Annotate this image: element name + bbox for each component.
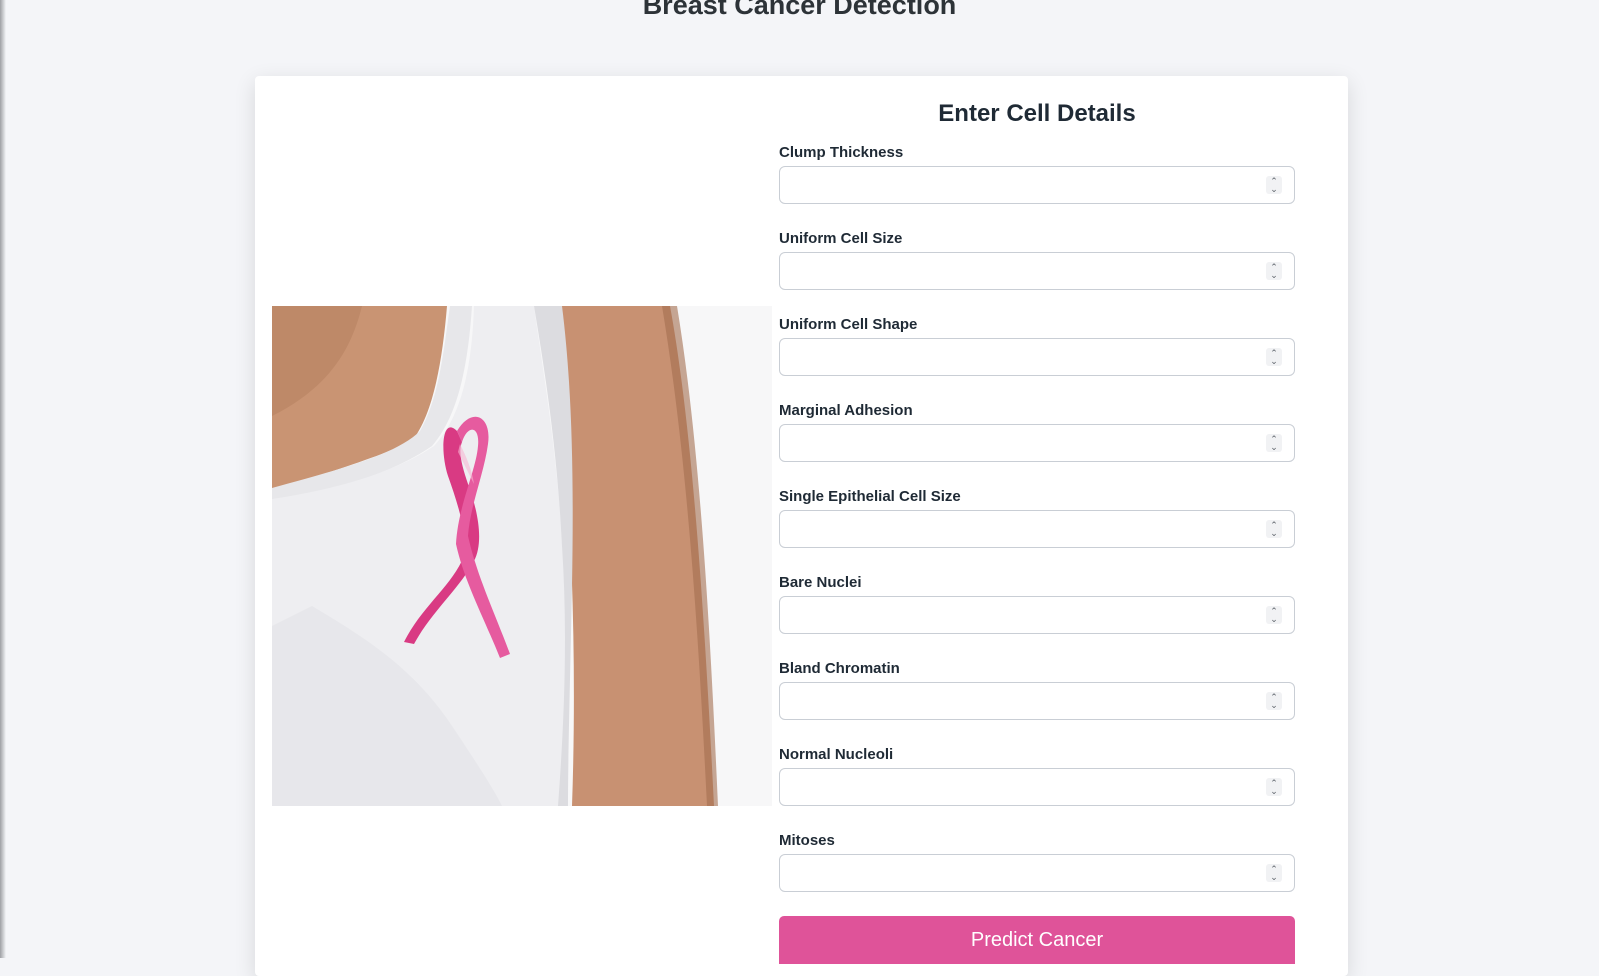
- field-label: Marginal Adhesion: [779, 402, 913, 419]
- field-uniform-cell-size: Uniform Cell Size ⌃ ⌄: [779, 226, 1295, 312]
- field-mitoses: Mitoses ⌃ ⌄: [779, 828, 1295, 914]
- uniform-cell-shape-input[interactable]: ⌃ ⌄: [779, 338, 1295, 376]
- number-spinner-icon[interactable]: ⌃ ⌄: [1266, 434, 1282, 452]
- marginal-adhesion-input[interactable]: ⌃ ⌄: [779, 424, 1295, 462]
- mitoses-input[interactable]: ⌃ ⌄: [779, 854, 1295, 892]
- awareness-ribbon-photo: [272, 306, 772, 806]
- number-spinner-icon[interactable]: ⌃ ⌄: [1266, 348, 1282, 366]
- field-bland-chromatin: Bland Chromatin ⌃ ⌄: [779, 656, 1295, 742]
- field-clump-thickness: Clump Thickness ⌃ ⌄: [779, 140, 1295, 226]
- number-spinner-icon[interactable]: ⌃ ⌄: [1266, 262, 1282, 280]
- window-edge-shadow: [0, 0, 6, 958]
- field-label: Bare Nuclei: [779, 574, 862, 591]
- main-card: Enter Cell Details Clump Thickness ⌃ ⌄ Un…: [255, 76, 1348, 976]
- field-label: Uniform Cell Size: [779, 230, 903, 247]
- uniform-cell-size-input[interactable]: ⌃ ⌄: [779, 252, 1295, 290]
- bland-chromatin-input[interactable]: ⌃ ⌄: [779, 682, 1295, 720]
- field-bare-nuclei: Bare Nuclei ⌃ ⌄: [779, 570, 1295, 656]
- number-spinner-icon[interactable]: ⌃ ⌄: [1266, 778, 1282, 796]
- number-spinner-icon[interactable]: ⌃ ⌄: [1266, 606, 1282, 624]
- single-epithelial-cell-size-input[interactable]: ⌃ ⌄: [779, 510, 1295, 548]
- cell-details-form: Enter Cell Details Clump Thickness ⌃ ⌄ Un…: [779, 76, 1295, 964]
- field-label: Clump Thickness: [779, 144, 904, 161]
- field-label: Bland Chromatin: [779, 660, 900, 677]
- field-label: Normal Nucleoli: [779, 746, 894, 763]
- awareness-ribbon-image: [272, 306, 772, 806]
- bare-nuclei-input[interactable]: ⌃ ⌄: [779, 596, 1295, 634]
- field-label: Mitoses: [779, 832, 835, 849]
- number-spinner-icon[interactable]: ⌃ ⌄: [1266, 864, 1282, 882]
- field-single-epithelial-cell-size: Single Epithelial Cell Size ⌃ ⌄: [779, 484, 1295, 570]
- field-label: Single Epithelial Cell Size: [779, 488, 961, 505]
- number-spinner-icon[interactable]: ⌃ ⌄: [1266, 520, 1282, 538]
- clump-thickness-input[interactable]: ⌃ ⌄: [779, 166, 1295, 204]
- number-spinner-icon[interactable]: ⌃ ⌄: [1266, 176, 1282, 194]
- number-spinner-icon[interactable]: ⌃ ⌄: [1266, 692, 1282, 710]
- field-uniform-cell-shape: Uniform Cell Shape ⌃ ⌄: [779, 312, 1295, 398]
- page-title: Breast Cancer Detection: [642, 0, 957, 20]
- field-marginal-adhesion: Marginal Adhesion ⌃ ⌄: [779, 398, 1295, 484]
- normal-nucleoli-input[interactable]: ⌃ ⌄: [779, 768, 1295, 806]
- field-normal-nucleoli: Normal Nucleoli ⌃ ⌄: [779, 742, 1295, 828]
- predict-cancer-button[interactable]: Predict Cancer: [779, 916, 1295, 964]
- field-label: Uniform Cell Shape: [779, 316, 918, 333]
- form-title: Enter Cell Details: [938, 100, 1136, 127]
